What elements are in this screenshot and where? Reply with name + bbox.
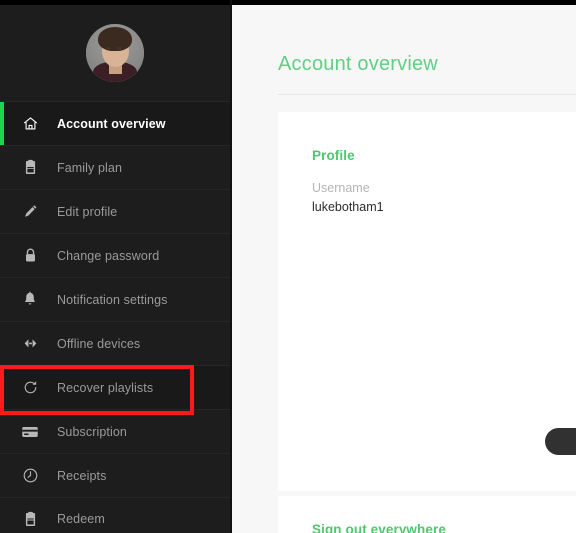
profile-card: Profile Username lukebotham1 (278, 112, 576, 491)
page-title: Account overview (278, 53, 438, 75)
profile-card-heading: Profile (312, 148, 355, 163)
credit-card-icon (19, 425, 41, 439)
lock-icon (19, 247, 41, 264)
offline-devices-icon (19, 338, 41, 349)
sidebar-item-recover-playlists[interactable]: Recover playlists (0, 365, 230, 409)
family-plan-icon (19, 159, 41, 176)
sidebar-item-label: Recover playlists (57, 380, 154, 395)
avatar-photo-eye-left (106, 47, 110, 49)
sidebar-item-accent-bar (0, 410, 4, 453)
signout-everywhere-card: Sign out everywhere (278, 496, 576, 533)
sidebar-item-offline-devices[interactable]: Offline devices (0, 321, 230, 365)
sidebar-item-accent-bar (0, 146, 4, 189)
username-value: lukebotham1 (312, 200, 384, 214)
sidebar-item-edit-profile[interactable]: Edit profile (0, 189, 230, 233)
sidebar-item-accent-bar (0, 498, 4, 533)
sidebar-item-accent-bar (0, 234, 4, 277)
sidebar-item-list: Account overview Family plan Edit profile C… (0, 101, 230, 533)
pencil-icon (19, 203, 41, 220)
sidebar-item-label: Notification settings (57, 292, 168, 307)
home-icon (19, 115, 41, 132)
main-content: Account overview Profile Username lukebo… (232, 0, 576, 533)
bell-icon (19, 291, 41, 308)
signout-card-heading: Sign out everywhere (312, 522, 446, 533)
refresh-icon (19, 379, 41, 396)
title-divider (278, 94, 576, 95)
avatar[interactable] (86, 24, 144, 82)
sidebar-item-accent-bar (0, 278, 4, 321)
sidebar-item-accent-bar (0, 322, 4, 365)
sidebar-item-change-password[interactable]: Change password (0, 233, 230, 277)
sidebar-item-accent-bar (0, 366, 4, 409)
sidebar-item-accent-bar (0, 190, 4, 233)
sidebar-item-label: Edit profile (57, 204, 118, 219)
username-label: Username (312, 181, 370, 195)
sidebar-item-family-plan[interactable]: Family plan (0, 145, 230, 189)
sidebar-item-accent-bar (0, 102, 4, 145)
sidebar-item-receipts[interactable]: Receipts (0, 453, 230, 497)
sidebar-item-label: Subscription (57, 424, 127, 439)
sidebar-item-subscription[interactable]: Subscription (0, 409, 230, 453)
sidebar-item-label: Offline devices (57, 336, 141, 351)
sidebar-item-label: Family plan (57, 160, 123, 175)
sidebar-item-label: Change password (57, 248, 160, 263)
sidebar-item-redeem[interactable]: Redeem (0, 497, 230, 533)
avatar-container (0, 5, 230, 101)
sidebar-item-notification-settings[interactable]: Notification settings (0, 277, 230, 321)
sidebar-item-label: Receipts (57, 468, 107, 483)
sidebar-item-label: Account overview (57, 116, 166, 131)
edit-profile-button[interactable]: EDIT PROFILE (545, 428, 576, 455)
avatar-photo-hair (98, 27, 132, 51)
redeem-icon (19, 511, 41, 528)
sidebar-item-label: Redeem (57, 512, 105, 526)
sidebar-item-account-overview[interactable]: Account overview (0, 101, 230, 145)
account-settings-page: Account overview Family plan Edit profile C… (0, 0, 576, 533)
avatar-photo-eye-right (117, 47, 121, 49)
clock-icon (19, 467, 41, 484)
sidebar-item-accent-bar (0, 454, 4, 497)
sidebar-navigation: Account overview Family plan Edit profile C… (0, 0, 232, 533)
